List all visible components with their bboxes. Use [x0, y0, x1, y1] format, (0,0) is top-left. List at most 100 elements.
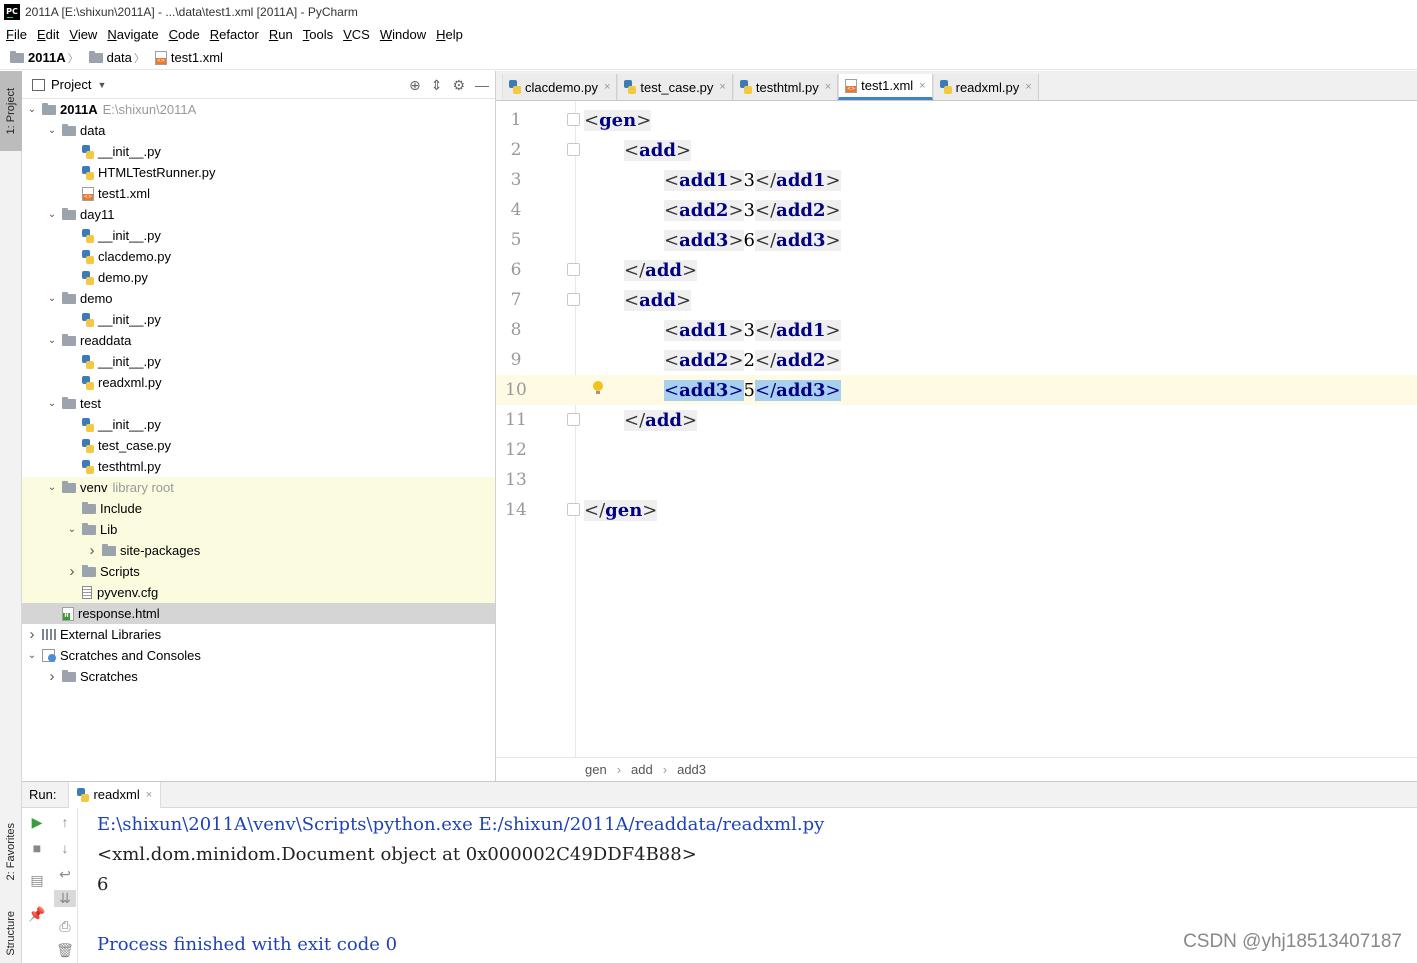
- menu-navigate[interactable]: Navigate: [107, 27, 158, 42]
- editor-tab-test1-xml[interactable]: test1.xml ×: [838, 74, 933, 100]
- scroll-to-end-icon[interactable]: ⇊: [54, 890, 76, 907]
- tree-item-test1-xml[interactable]: test1.xml: [22, 183, 495, 204]
- favorites-tool-tab[interactable]: 2: Favorites: [0, 806, 22, 898]
- nav-crumb-file[interactable]: test1.xml: [154, 50, 223, 65]
- menu-refactor[interactable]: Refactor: [210, 27, 259, 42]
- tree-item-data[interactable]: ⌄ data: [22, 120, 495, 141]
- menu-vcs[interactable]: VCS: [343, 27, 370, 42]
- chevron-right-icon[interactable]: ›: [46, 668, 58, 685]
- project-tool-tab[interactable]: 1: Project: [0, 71, 22, 151]
- menu-help[interactable]: Help: [436, 27, 463, 42]
- tree-item-include[interactable]: Include: [22, 498, 495, 519]
- tag-bracket: >: [825, 379, 841, 401]
- tree-item-demo[interactable]: ⌄ demo: [22, 288, 495, 309]
- tree-item-site-packages[interactable]: › site-packages: [22, 540, 495, 561]
- tree-item-test-case-py[interactable]: test_case.py: [22, 435, 495, 456]
- tree-item-init-py[interactable]: __init__.py: [22, 309, 495, 330]
- fold-marker-icon[interactable]: [567, 263, 580, 276]
- print-icon[interactable]: ⎙: [54, 918, 76, 935]
- tree-item-external-libraries[interactable]: › External Libraries: [22, 624, 495, 645]
- gear-icon[interactable]: ⚙: [452, 77, 465, 94]
- menu-file[interactable]: File: [6, 27, 27, 42]
- locate-target-icon[interactable]: ⊕: [409, 77, 421, 94]
- tree-item-venv[interactable]: ⌄ venv library root: [22, 477, 495, 498]
- editor-breadcrumb-add3[interactable]: add3: [677, 762, 706, 777]
- chevron-down-icon[interactable]: ⌄: [46, 125, 58, 136]
- fold-marker-icon[interactable]: [567, 293, 580, 306]
- tree-item-demo-py[interactable]: demo.py: [22, 267, 495, 288]
- tree-item-init-py[interactable]: __init__.py: [22, 414, 495, 435]
- project-panel-title[interactable]: Project: [51, 77, 91, 92]
- stop-icon[interactable]: ■: [26, 840, 48, 856]
- tree-item-init-py[interactable]: __init__.py: [22, 351, 495, 372]
- soft-wrap-icon[interactable]: ↩: [54, 866, 76, 883]
- fold-marker-icon[interactable]: [567, 413, 580, 426]
- close-icon[interactable]: ×: [719, 81, 725, 93]
- close-icon[interactable]: ×: [825, 81, 831, 93]
- collapse-all-icon[interactable]: ⇕: [431, 77, 443, 94]
- chevron-down-icon[interactable]: ⌄: [46, 293, 58, 304]
- close-icon[interactable]: ×: [919, 80, 925, 92]
- chevron-down-icon[interactable]: ⌄: [66, 524, 78, 535]
- pin-icon[interactable]: 📌: [26, 906, 48, 923]
- tree-item-readxml-py[interactable]: readxml.py: [22, 372, 495, 393]
- chevron-down-icon[interactable]: ⌄: [26, 104, 38, 115]
- code-area[interactable]: 1 <gen> 2 <add> 3 <add1>3</add1> 4 <add2>3</add…: [496, 101, 1417, 757]
- tree-item-clacdemo-py[interactable]: clacdemo.py: [22, 246, 495, 267]
- nav-crumb-folder[interactable]: data 〉: [88, 50, 149, 66]
- chevron-right-icon[interactable]: ›: [26, 626, 38, 643]
- tree-item-scratches-and-consoles[interactable]: ⌄ Scratches and Consoles: [22, 645, 495, 666]
- structure-tool-tab[interactable]: Structure: [0, 903, 22, 963]
- menu-edit[interactable]: Edit: [37, 27, 59, 42]
- run-tab-readxml[interactable]: readxml ×: [68, 781, 162, 808]
- editor-breadcrumb-add[interactable]: add: [631, 762, 653, 777]
- tree-item-testhtml-py[interactable]: testhtml.py: [22, 456, 495, 477]
- fold-marker-icon[interactable]: [567, 143, 580, 156]
- lightbulb-icon[interactable]: [593, 381, 603, 394]
- chevron-down-icon[interactable]: ⌄: [46, 482, 58, 493]
- chevron-down-icon[interactable]: ⌄: [26, 650, 38, 661]
- folder-icon: [82, 501, 96, 514]
- trash-icon[interactable]: 🗑: [54, 942, 76, 959]
- chevron-down-icon[interactable]: ▼: [97, 80, 106, 90]
- tree-item-response-html[interactable]: response.html: [22, 603, 495, 624]
- chevron-right-icon[interactable]: ›: [86, 542, 98, 559]
- editor-tab-readxml-py[interactable]: readxml.py ×: [932, 74, 1039, 100]
- editor-breadcrumb-gen[interactable]: gen: [585, 762, 607, 777]
- tree-item-2011a[interactable]: ⌄ 2011A E:\shixun\2011A: [22, 99, 495, 120]
- chevron-right-icon[interactable]: ›: [66, 563, 78, 580]
- editor-tab-clacdemo-py[interactable]: clacdemo.py ×: [502, 74, 618, 100]
- fold-marker-icon[interactable]: [567, 503, 580, 516]
- arrow-up-icon[interactable]: ↑: [54, 814, 76, 830]
- rerun-play-icon[interactable]: ▶: [26, 814, 48, 831]
- tree-item-pyvenv-cfg[interactable]: pyvenv.cfg: [22, 582, 495, 603]
- menu-tools[interactable]: Tools: [303, 27, 333, 42]
- fold-marker-icon[interactable]: [567, 113, 580, 126]
- tree-item-readdata[interactable]: ⌄ readdata: [22, 330, 495, 351]
- editor-tab-test-case-py[interactable]: test_case.py ×: [617, 74, 733, 100]
- tree-item-scratches[interactable]: › Scratches: [22, 666, 495, 687]
- tree-item-htmltestrunner-py[interactable]: HTMLTestRunner.py: [22, 162, 495, 183]
- arrow-down-icon[interactable]: ↓: [54, 840, 76, 856]
- tree-item-init-py[interactable]: __init__.py: [22, 225, 495, 246]
- tree-item-lib[interactable]: ⌄ Lib: [22, 519, 495, 540]
- line-number: 11: [505, 410, 527, 430]
- chevron-down-icon[interactable]: ⌄: [46, 398, 58, 409]
- close-icon[interactable]: ×: [1025, 81, 1031, 93]
- layout-icon[interactable]: ▤: [26, 872, 48, 889]
- nav-crumb-project[interactable]: 2011A 〉: [10, 50, 83, 66]
- menu-code[interactable]: Code: [169, 27, 200, 42]
- tree-item-day11[interactable]: ⌄ day11: [22, 204, 495, 225]
- chevron-down-icon[interactable]: ⌄: [46, 335, 58, 346]
- tree-item-init-py[interactable]: __init__.py: [22, 141, 495, 162]
- menu-view[interactable]: View: [69, 27, 97, 42]
- tree-item-scripts[interactable]: › Scripts: [22, 561, 495, 582]
- editor-tab-testhtml-py[interactable]: testhtml.py ×: [732, 74, 839, 100]
- menu-run[interactable]: Run: [269, 27, 293, 42]
- close-icon[interactable]: ×: [146, 789, 152, 801]
- tree-item-test[interactable]: ⌄ test: [22, 393, 495, 414]
- menu-window[interactable]: Window: [380, 27, 426, 42]
- minimize-icon[interactable]: —: [475, 77, 489, 94]
- chevron-down-icon[interactable]: ⌄: [46, 209, 58, 220]
- close-icon[interactable]: ×: [604, 81, 610, 93]
